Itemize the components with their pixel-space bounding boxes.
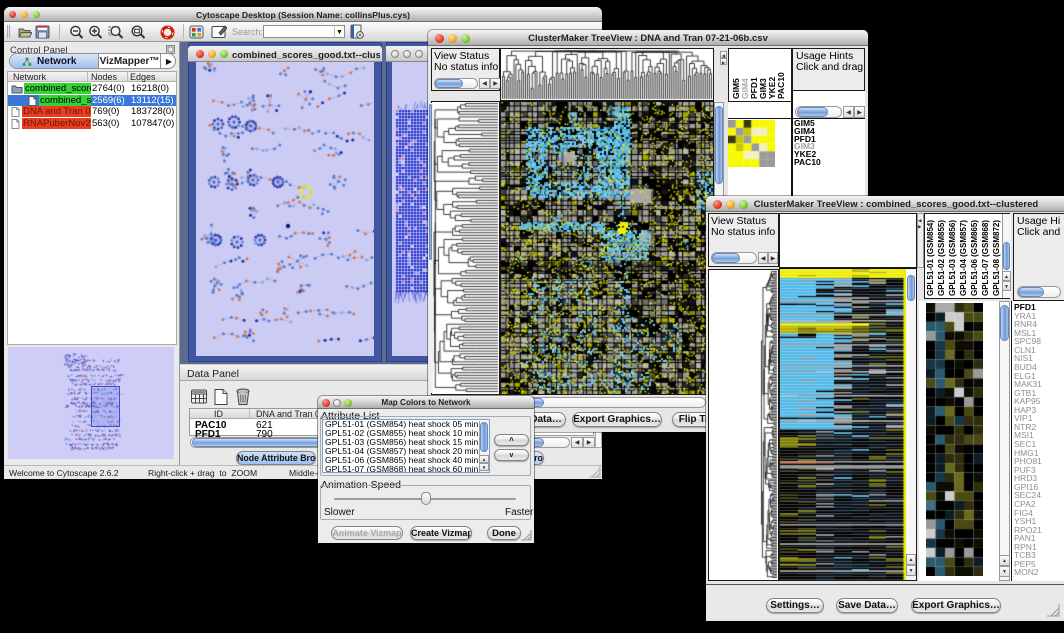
svg-text:GPL51-08 (GSM872): GPL51-08 (GSM872) <box>992 220 1001 296</box>
svg-text:GPL51-03 (GSM856): GPL51-03 (GSM856) <box>948 220 957 296</box>
svg-text:GPL51-07 (GSM868): GPL51-07 (GSM868) <box>981 220 990 296</box>
svg-text:GPL51-02 (GSM855): GPL51-02 (GSM855) <box>937 220 946 296</box>
svg-text:GPL51-01 (GSM854): GPL51-01 (GSM854) <box>926 220 935 296</box>
svg-text:PAC10: PAC10 <box>776 72 786 99</box>
svg-text:GPL51-04 (GSM857): GPL51-04 (GSM857) <box>959 220 968 296</box>
svg-text:GPL51-06 (GSM865): GPL51-06 (GSM865) <box>970 220 979 296</box>
